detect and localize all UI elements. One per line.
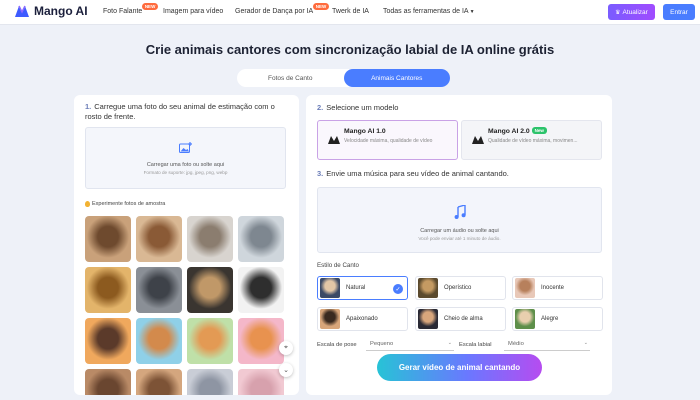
sample-photo-dog-2[interactable] [136,216,182,262]
lip-scale-label: Escala labial [459,342,492,348]
sample-photo-dog-1[interactable] [85,216,131,262]
step-2-title: 2. Selecione um modelo [317,103,399,112]
model-card-2[interactable]: Mango AI 2.0 New Qualidade de vídeo máxim… [461,120,602,160]
mango-logo-icon [472,136,484,144]
model-card-1[interactable]: Mango AI 1.0 Velocidade máxima, qualidad… [317,120,458,160]
scroll-down-icon[interactable]: ⌄ [279,363,293,377]
brand-logo[interactable]: Mango AI [14,4,88,18]
tab-singing-animals[interactable]: Animais Cantores [343,69,450,87]
style-label: Alegre [541,316,559,322]
chevron-down-icon: ▼ [469,9,475,15]
lip-scale-select[interactable]: Médio ⌄ [504,338,590,351]
sample-photo-cats-pattern[interactable] [238,267,284,313]
singing-style-3[interactable]: Inocente [512,276,603,300]
photo-dropzone[interactable]: Carregar uma foto ou solte aqui Formato … [85,127,286,189]
style-label: Inocente [541,285,565,291]
top-nav: Mango AI Foto Falante NEW Imagem para ví… [0,0,700,25]
sample-photos-label: Experimente fotos de amostra [85,201,165,207]
sample-photo-grid [85,216,287,395]
mango-logo-icon [15,5,29,17]
tab-singing-photos[interactable]: Fotos de Canto [237,69,344,87]
style-avatar [515,309,535,329]
sample-photo-cartoon-cat[interactable] [187,318,233,364]
sample-photo-row4-3[interactable] [187,369,233,395]
brand-name: Mango AI [34,4,88,18]
step-3-title: 3. Envie uma música para seu vídeo de ani… [317,169,509,178]
settings-panel: 2. Selecione um modelo Mango AI 1.0 Veloc… [306,95,612,395]
target-icon[interactable]: ⌖ [279,341,293,355]
sample-photo-lioness[interactable] [187,267,233,313]
model-desc: Qualidade de vídeo máxima, movimen... [488,138,578,144]
chevron-down-icon: ⌄ [447,340,452,346]
singing-style-1[interactable]: Natural ✓ [317,276,408,300]
style-avatar [320,278,340,298]
style-label: Cheio de alma [444,316,483,322]
singing-style-4[interactable]: Apaixonado [317,307,408,331]
sample-photo-row4-2[interactable] [136,369,182,395]
style-label: Natural [346,285,366,291]
chevron-down-icon: ⌄ [583,340,588,346]
model-name: Mango AI 1.0 [344,128,386,135]
mango-logo-icon [328,136,340,144]
mode-tabs: Fotos de Canto Animais Cantores [237,69,450,87]
login-button[interactable]: Entrar [663,4,695,20]
singing-style-6[interactable]: Alegre [512,307,603,331]
singing-style-5[interactable]: Cheio de alma [415,307,506,331]
sample-photo-cat-2[interactable] [238,216,284,262]
upgrade-button[interactable]: ♛ Atualizar [608,4,655,20]
sample-photo-cartoon-kitten[interactable] [238,318,284,364]
step-1-title: 1. Carregue uma foto do seu animal de est… [85,102,275,121]
sample-photo-raccoon[interactable] [136,267,182,313]
sample-photo-row4-4[interactable] [238,369,284,395]
style-avatar [515,278,535,298]
sample-photo-row4-1[interactable] [85,369,131,395]
generate-button[interactable]: Gerar vídeo de animal cantando [377,354,542,381]
model-name: Mango AI 2.0 New [488,127,601,135]
nav-item-all-tools[interactable]: Todas as ferramentas de IA▼ [383,8,475,15]
style-label: Operístico [444,285,472,291]
nav-item-twerk[interactable]: Twerk de IA [332,8,369,15]
style-avatar [418,309,438,329]
nav-item-image-to-video[interactable]: Imagem para vídeo [163,8,223,15]
nav-item-dance-generator[interactable]: Gerador de Dança por IA NEW [235,3,330,15]
nav-item-talking-photo[interactable]: Foto Falante NEW [103,3,159,15]
image-upload-icon [179,142,192,153]
sample-photo-cat-1[interactable] [187,216,233,262]
crown-icon: ♛ [615,9,621,16]
sample-photo-lion[interactable] [85,267,131,313]
checkmark-icon: ✓ [393,284,403,294]
audio-dropzone[interactable]: Carregar um áudio ou solte aqui Você pod… [317,187,602,253]
style-avatar [320,309,340,329]
style-label: Apaixonado [346,316,378,322]
sample-photo-cartoon-puppy[interactable] [136,318,182,364]
music-note-icon [454,204,466,219]
model-desc: Velocidade máxima, qualidade de vídeo [344,138,433,144]
page-title: Crie animais cantores com sincronização … [145,42,555,57]
style-avatar [418,278,438,298]
photo-dropzone-label: Carregar uma foto ou solte aqui [146,162,225,168]
singing-style-2[interactable]: Operístico [415,276,506,300]
pose-scale-select[interactable]: Pequeno ⌄ [366,338,454,351]
new-badge: NEW [312,3,330,10]
sample-photo-cartoon-dog[interactable] [85,318,131,364]
audio-limit-hint: Você pode enviar até 1 minuto de áudio. [418,236,501,241]
singing-style-label: Estilo de Canto [317,262,359,269]
new-badge: NEW [141,3,159,10]
photo-format-hint: Formato de suporte: jpg, jpeg, png, webp [143,170,228,175]
pose-scale-label: Escala de pose [317,342,357,348]
lightbulb-icon [85,201,90,207]
new-badge: New [531,127,547,134]
audio-dropzone-label: Carregar um áudio ou solte aqui [420,228,499,234]
photo-upload-panel: 1. Carregue uma foto do seu animal de est… [74,95,299,395]
